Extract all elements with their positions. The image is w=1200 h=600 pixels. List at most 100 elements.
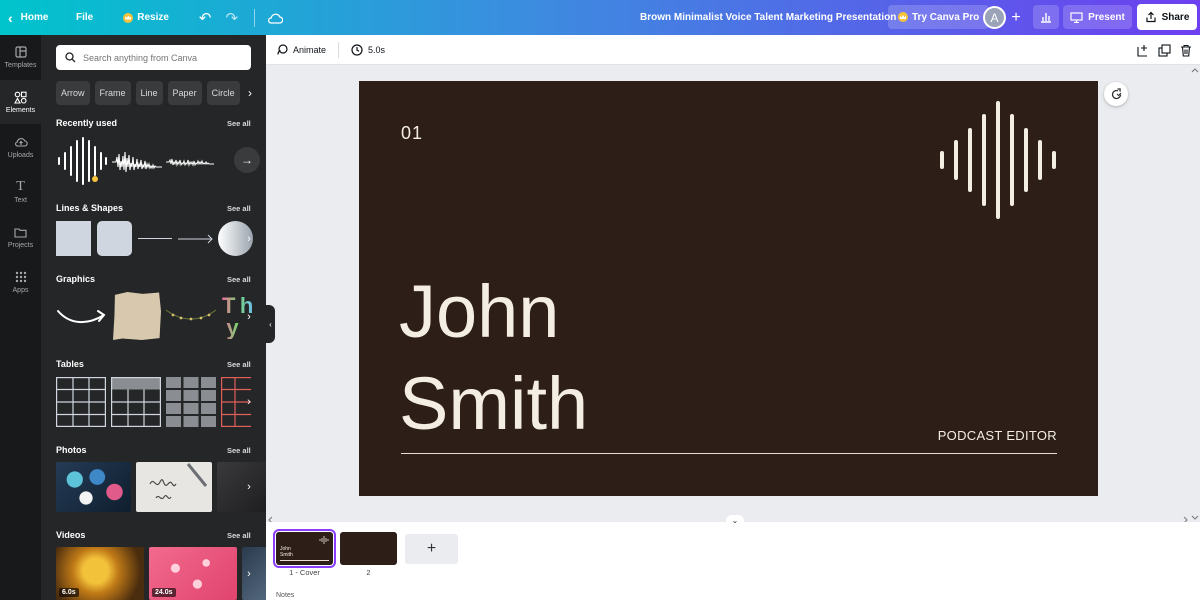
bar-chart-icon [1041, 13, 1051, 23]
rounded-square-shape[interactable] [97, 221, 132, 256]
photos-row [56, 462, 266, 512]
section-title-graphics: Graphics [56, 274, 96, 284]
slide-canvas[interactable]: 01 John Smith PODCAST EDITOR [359, 81, 1098, 496]
curved-arrow-graphic[interactable] [56, 303, 108, 327]
torn-paper-graphic[interactable] [113, 292, 161, 340]
lines-shapes-row [56, 221, 266, 269]
page-label-2: 2 [366, 568, 371, 577]
divider-line[interactable] [401, 453, 1057, 454]
chevron-right-icon[interactable]: › [241, 305, 257, 329]
chevron-left-icon: ‹ [8, 9, 13, 26]
document-title[interactable]: Brown Minimalist Voice Talent Marketing … [640, 0, 896, 35]
water-drops-video[interactable]: 24.0s [149, 547, 237, 600]
soundwave-graphic[interactable] [939, 101, 1059, 221]
chip-circle[interactable]: Circle [206, 81, 240, 105]
section-title-photos: Photos [56, 445, 87, 455]
text-icon: T [16, 179, 25, 194]
templates-icon [14, 45, 28, 59]
vertical-scrollbar[interactable] [1190, 66, 1200, 522]
animate-button[interactable]: Animate [276, 35, 326, 65]
file-menu-button[interactable]: File [76, 0, 93, 35]
see-all-link[interactable]: See all [227, 119, 251, 128]
chevron-down-icon[interactable]: ⌄ [726, 515, 744, 525]
slide-number[interactable]: 01 [401, 123, 423, 144]
insights-button[interactable] [1033, 5, 1059, 29]
audio-wave-graphic[interactable] [112, 147, 162, 177]
see-all-link[interactable]: See all [227, 275, 251, 284]
duration-label: 5.0s [368, 44, 386, 55]
collapse-panel-button[interactable]: ‹ [266, 305, 275, 343]
duration-button[interactable]: 5.0s [351, 35, 385, 65]
avatar[interactable]: A [983, 6, 1006, 29]
rail-item-apps[interactable]: Apps [0, 260, 41, 304]
try-canva-pro-button[interactable]: Try Canva Pro [888, 5, 990, 29]
section-title-videos: Videos [56, 530, 86, 540]
rail-item-text[interactable]: T Text [0, 170, 41, 214]
tables-row [56, 377, 266, 427]
search-box[interactable] [56, 45, 251, 70]
home-label: Home [20, 12, 49, 23]
see-all-link[interactable]: See all [227, 360, 251, 369]
crown-icon [123, 12, 134, 23]
add-page-button[interactable]: + [405, 534, 458, 564]
apps-icon [14, 270, 28, 284]
toolbar-divider [338, 41, 340, 58]
table-blocks-graphic[interactable] [166, 377, 216, 427]
rail-item-projects[interactable]: Projects [0, 215, 41, 259]
line-shape[interactable] [138, 238, 172, 239]
table-header-graphic[interactable] [111, 377, 161, 427]
redo-button[interactable]: ↷ [226, 0, 239, 35]
chevron-right-icon[interactable]: › [241, 562, 257, 586]
chevron-right-icon[interactable]: › [241, 390, 257, 414]
square-shape[interactable] [56, 221, 91, 256]
share-button[interactable]: Share [1137, 4, 1197, 30]
rail-item-uploads[interactable]: Uploads [0, 125, 41, 169]
cloud-save-icon[interactable] [267, 0, 284, 35]
resize-button[interactable]: Resize [123, 0, 169, 35]
crown-icon [898, 12, 908, 22]
chip-line[interactable]: Line [135, 81, 163, 105]
page-thumbnail-1[interactable]: John Smith [273, 529, 336, 568]
home-button[interactable]: ‹ Home [0, 0, 64, 35]
top-bar: ‹ Home File Resize ↶ ↷ Brown Minimalist … [0, 0, 1200, 35]
rail-item-templates[interactable]: Templates [0, 35, 41, 79]
rail-item-elements[interactable]: Elements [0, 80, 41, 124]
section-title-lines: Lines & Shapes [56, 203, 124, 213]
present-button[interactable]: Present [1063, 5, 1132, 29]
refresh-icon[interactable] [1104, 82, 1128, 106]
duplicate-page-icon[interactable] [1158, 43, 1171, 57]
undo-button[interactable]: ↶ [199, 0, 212, 35]
chevron-right-icon[interactable]: › [244, 81, 256, 105]
videos-row: 6.0s 24.0s [56, 547, 266, 600]
invite-plus-button[interactable]: + [1008, 6, 1024, 29]
context-toolbar: Animate 5.0s [266, 35, 1200, 65]
string-lights-graphic[interactable] [165, 306, 217, 324]
chevron-right-icon[interactable]: › [241, 475, 257, 499]
table-grid-graphic[interactable] [56, 377, 106, 427]
chip-frame[interactable]: Frame [94, 81, 131, 105]
soundwave-graphic[interactable] [56, 137, 108, 185]
speaker-name[interactable]: John Smith [399, 266, 588, 450]
uploads-icon [14, 135, 28, 149]
ink-video[interactable]: 6.0s [56, 547, 144, 600]
chip-arrow[interactable]: Arrow [56, 81, 90, 105]
see-all-link[interactable]: See all [227, 446, 251, 455]
page-thumbnail-2[interactable] [340, 532, 397, 565]
notes-button[interactable]: Notes [276, 592, 294, 599]
social-icons-photo[interactable] [56, 462, 131, 512]
page-actions [1136, 35, 1192, 65]
see-all-link[interactable]: See all [227, 204, 251, 213]
add-page-icon[interactable] [1136, 44, 1149, 57]
thank-you-note-photo[interactable] [136, 462, 212, 512]
speaker-role[interactable]: PODCAST EDITOR [938, 428, 1057, 443]
section-title-recent: Recently used [56, 118, 118, 128]
arrow-line-shape[interactable] [178, 233, 214, 245]
search-input[interactable] [83, 47, 250, 68]
next-arrow-button[interactable]: → [234, 147, 260, 173]
chevron-right-icon[interactable]: › [241, 227, 257, 251]
delete-page-icon[interactable] [1180, 44, 1192, 57]
thin-wave-graphic[interactable] [166, 147, 216, 177]
see-all-link[interactable]: See all [227, 531, 251, 540]
chip-paper[interactable]: Paper [167, 81, 202, 105]
animate-icon [277, 43, 288, 55]
